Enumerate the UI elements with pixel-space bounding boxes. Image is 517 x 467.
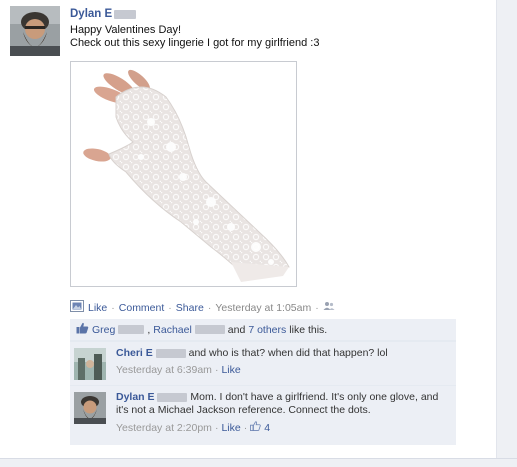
share-link[interactable]: Share	[176, 302, 204, 314]
redacted-surname	[114, 9, 137, 19]
comment-timestamp[interactable]: Yesterday at 2:20pm	[116, 422, 212, 435]
comma: ,	[147, 323, 151, 336]
comment-link[interactable]: Comment	[119, 302, 165, 314]
liker-rachael[interactable]: Rachael	[153, 324, 192, 336]
comment-text: and who is that? when did that happen? l…	[188, 347, 388, 359]
comment-author[interactable]: Cheri E	[116, 347, 153, 359]
commenter-avatar[interactable]	[74, 392, 106, 424]
redacted-surname	[155, 348, 186, 358]
comment-item: Dylan E Mom. I don't have a girlfriend. …	[70, 385, 456, 445]
likes-and: and	[227, 323, 246, 336]
like-link[interactable]: Like	[88, 302, 107, 314]
comment-item: Cheri E and who is that? when did that h…	[70, 341, 456, 385]
separator: ·	[315, 301, 319, 314]
thumbs-up-icon	[76, 322, 89, 337]
author-name[interactable]: Dylan E	[70, 8, 137, 20]
commenter-avatar[interactable]	[74, 348, 106, 380]
post-message: Happy Valentines Day! Check out this sex…	[70, 24, 490, 50]
author-avatar[interactable]	[10, 6, 60, 56]
comment-timestamp[interactable]: Yesterday at 6:39am	[116, 364, 212, 377]
post-actions: Like · Comment · Share · Yesterday at 1:…	[70, 300, 335, 315]
separator: ·	[243, 421, 248, 434]
comment-like-link[interactable]: Like	[221, 422, 240, 435]
separator: ·	[207, 301, 212, 314]
redacted-surname	[157, 392, 188, 402]
bottom-bar	[0, 458, 517, 467]
author-name-text[interactable]: Dylan E	[70, 8, 112, 20]
redacted-surname	[118, 325, 145, 334]
thumbs-up-icon[interactable]	[250, 421, 261, 435]
friends-icon[interactable]	[323, 301, 335, 314]
post-message-line1: Happy Valentines Day!	[70, 24, 182, 36]
comment-like-count[interactable]: 4	[264, 422, 270, 435]
separator: ·	[111, 301, 115, 314]
comment-author[interactable]: Dylan E	[116, 391, 155, 403]
likes-summary: Greg , Rachael and 7 others like this.	[70, 319, 456, 341]
likes-others-link[interactable]: 7 others	[248, 324, 286, 336]
liker-greg[interactable]: Greg	[92, 324, 115, 336]
likes-suffix: like this.	[289, 323, 328, 336]
post-message-line2: Check out this sexy lingerie I got for m…	[70, 37, 320, 49]
comment-like-link[interactable]: Like	[221, 364, 240, 377]
post-timestamp[interactable]: Yesterday at 1:05am	[215, 302, 311, 314]
photo-icon	[70, 300, 84, 315]
right-scroll-rail	[496, 0, 517, 467]
separator: ·	[214, 421, 219, 434]
post-photo[interactable]	[70, 61, 297, 287]
feedback-box: Greg , Rachael and 7 others like this. C…	[70, 319, 456, 445]
separator: ·	[214, 364, 219, 376]
redacted-surname	[194, 325, 225, 334]
separator: ·	[168, 301, 172, 314]
